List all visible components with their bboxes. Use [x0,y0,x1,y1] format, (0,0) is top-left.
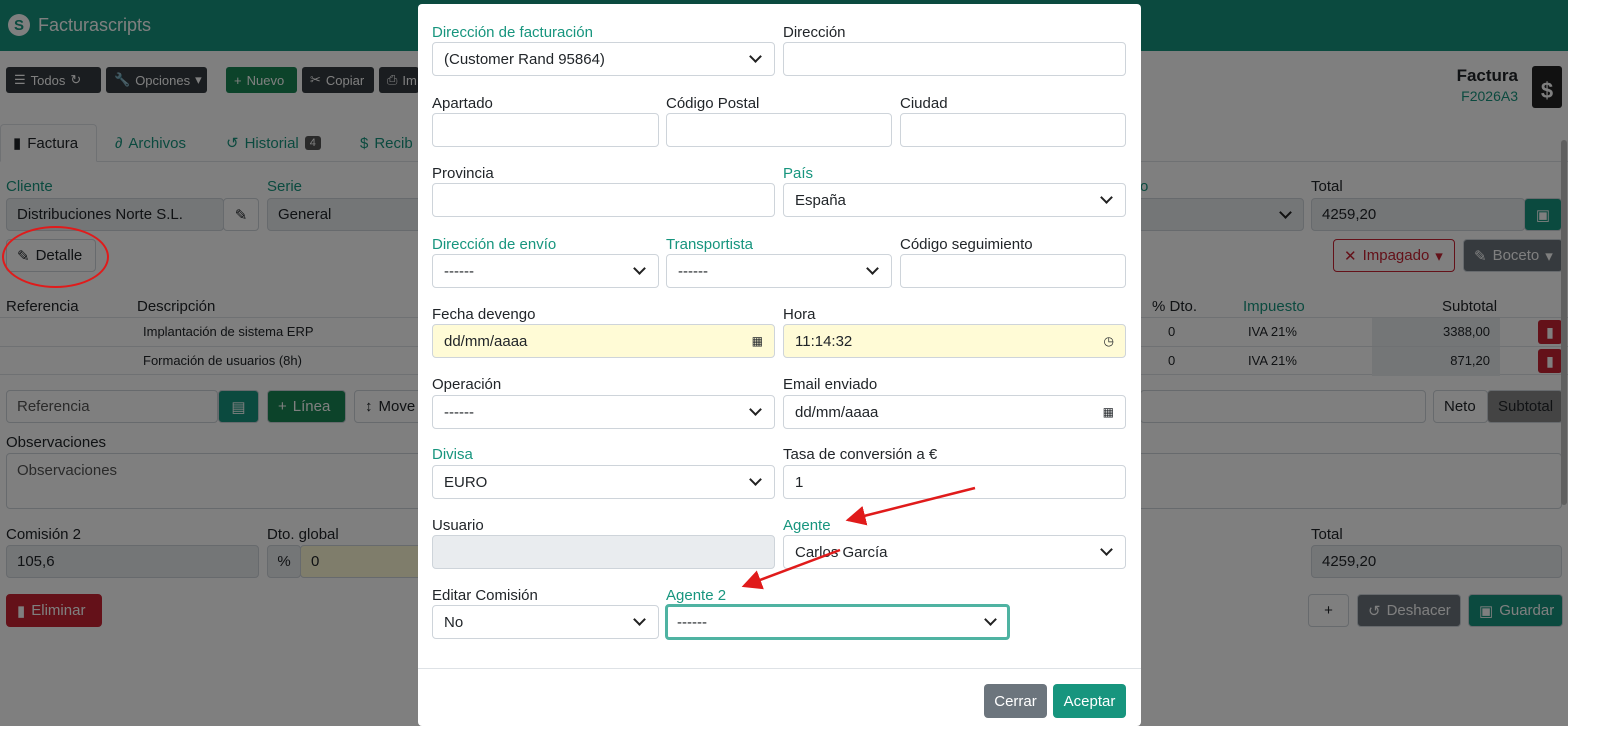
annotation-arrow-agent2 [741,548,841,590]
annotation-arrow-agent [845,486,976,526]
annotation-arrows [741,486,976,590]
